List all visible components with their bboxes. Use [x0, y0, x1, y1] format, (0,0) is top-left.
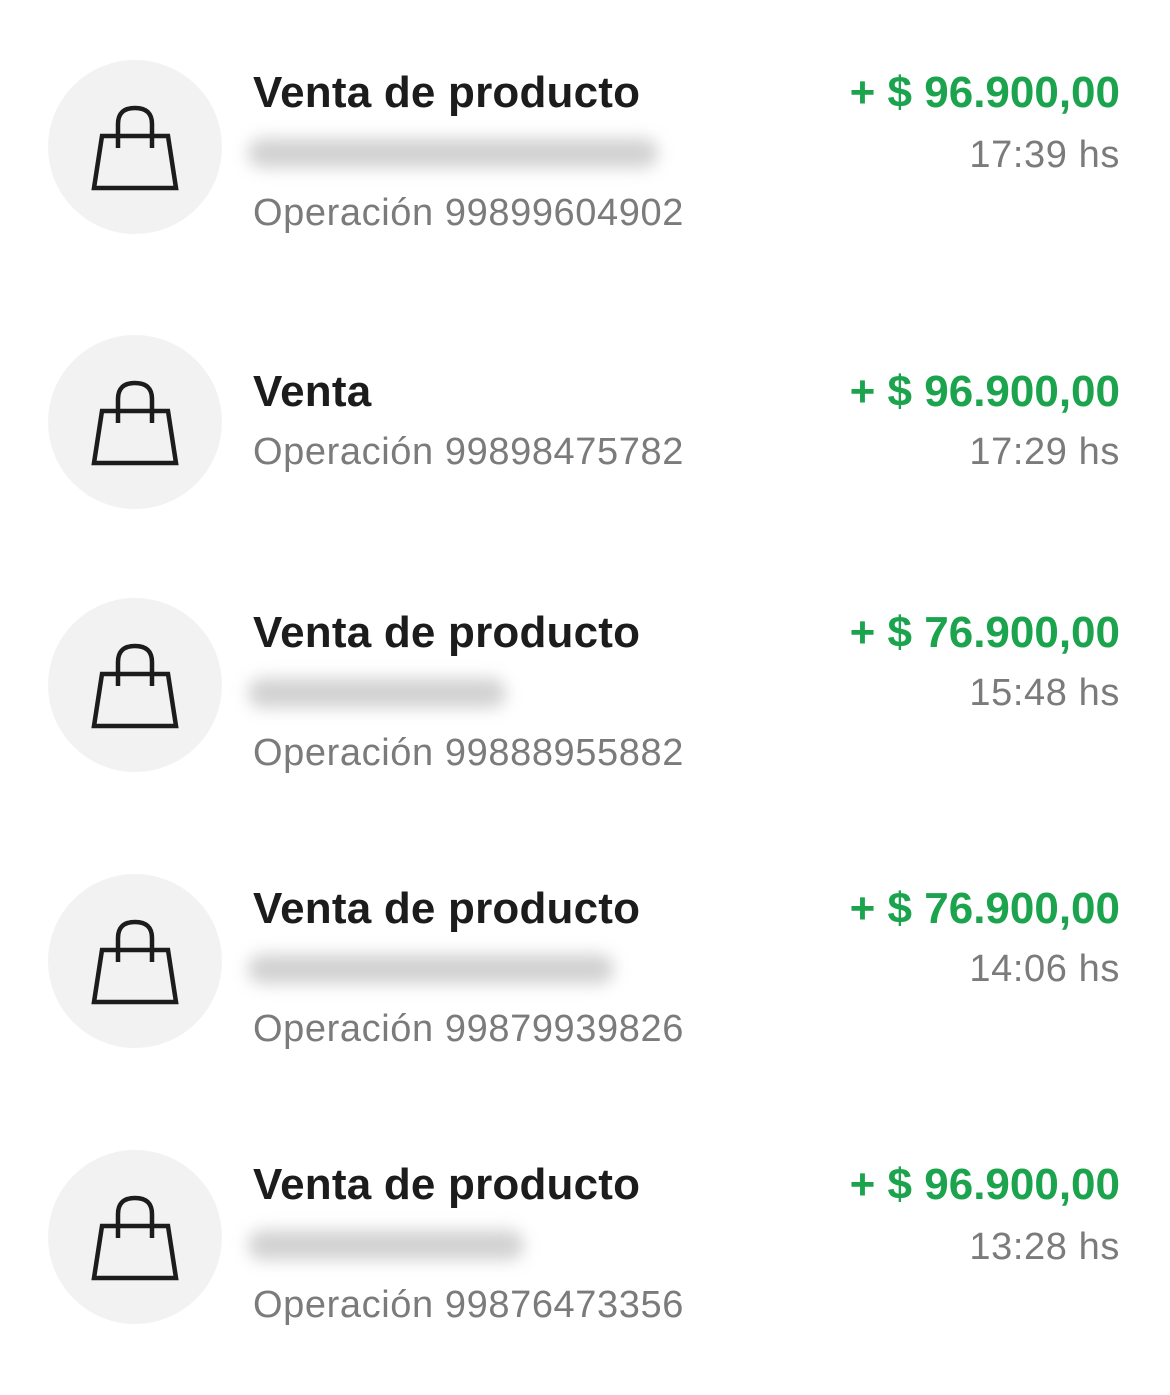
- transaction-time: 17:39 hs: [969, 134, 1120, 176]
- transaction-title: Venta: [253, 367, 372, 416]
- transaction-time: 17:29 hs: [969, 431, 1120, 473]
- transaction-row[interactable]: Venta de producto Operación 99888955882 …: [0, 598, 1170, 798]
- transaction-list: Venta de producto Operación 99899604902 …: [0, 0, 1170, 1395]
- transaction-row[interactable]: Venta Operación 99898475782 + $ 96.900,0…: [0, 335, 1170, 535]
- transaction-amount: + $ 76.900,00: [849, 608, 1120, 657]
- transaction-time: 15:48 hs: [969, 672, 1120, 714]
- operation-number: Operación 99899604902: [253, 192, 684, 234]
- transaction-time: 14:06 hs: [969, 948, 1120, 990]
- redacted-counterparty-name: [248, 954, 614, 984]
- transaction-avatar: [48, 598, 222, 772]
- transaction-avatar: [48, 335, 222, 509]
- shopping-bag-icon: [91, 105, 179, 191]
- transaction-row[interactable]: Venta de producto Operación 99876473356 …: [0, 1150, 1170, 1350]
- transaction-avatar: [48, 874, 222, 1048]
- transaction-amount: + $ 96.900,00: [849, 367, 1120, 416]
- shopping-bag-icon: [91, 643, 179, 729]
- operation-number: Operación 99898475782: [253, 431, 684, 473]
- operation-number: Operación 99876473356: [253, 1284, 684, 1326]
- redacted-counterparty-name: [248, 138, 658, 168]
- shopping-bag-icon: [91, 919, 179, 1005]
- operation-number: Operación 99888955882: [253, 732, 684, 774]
- transaction-amount: + $ 96.900,00: [849, 1160, 1120, 1209]
- transaction-title: Venta de producto: [253, 608, 641, 657]
- transaction-title: Venta de producto: [253, 68, 641, 117]
- shopping-bag-icon: [91, 380, 179, 466]
- redacted-counterparty-name: [248, 678, 506, 708]
- transaction-time: 13:28 hs: [969, 1226, 1120, 1268]
- transaction-amount: + $ 96.900,00: [849, 68, 1120, 117]
- redacted-counterparty-name: [248, 1230, 524, 1260]
- transaction-row[interactable]: Venta de producto Operación 99899604902 …: [0, 58, 1170, 258]
- transaction-row[interactable]: Venta de producto Operación 99879939826 …: [0, 874, 1170, 1074]
- transaction-avatar: [48, 1150, 222, 1324]
- transaction-avatar: [48, 60, 222, 234]
- operation-number: Operación 99879939826: [253, 1008, 684, 1050]
- transaction-title: Venta de producto: [253, 884, 641, 933]
- shopping-bag-icon: [91, 1195, 179, 1281]
- transaction-amount: + $ 76.900,00: [849, 884, 1120, 933]
- transaction-title: Venta de producto: [253, 1160, 641, 1209]
